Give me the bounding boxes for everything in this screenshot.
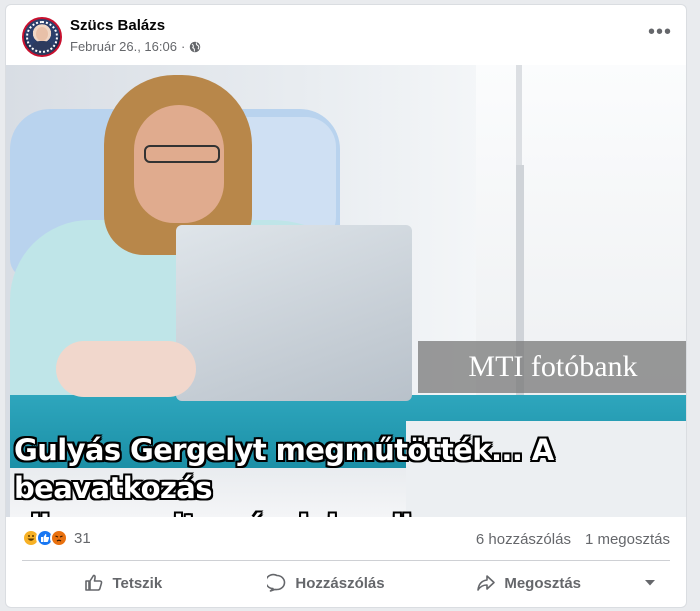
like-label: Tetszik: [112, 574, 163, 592]
more-horizontal-icon[interactable]: •••: [648, 22, 672, 45]
avatar-ring: [26, 21, 58, 53]
image-glasses: [144, 145, 220, 163]
share-icon: [477, 575, 496, 591]
meta-separator: ·: [180, 39, 186, 54]
post-stats: 31 6 hozzászólás 1 megosztás: [22, 517, 670, 561]
caption-line-1: Gulyás Gergelyt megműtötték... A beavatk…: [14, 433, 554, 505]
thumbs-up-icon: [85, 574, 103, 591]
share-button[interactable]: Megosztás: [427, 565, 630, 601]
engagement-counts: 6 hozzászólás 1 megosztás: [476, 531, 670, 548]
share-label: Megosztás: [504, 574, 582, 592]
image-laptop: [176, 225, 412, 401]
comment-button[interactable]: Hozzászólás: [225, 565, 428, 601]
angry-icon: [50, 529, 68, 547]
reaction-count: 31: [74, 529, 91, 547]
comment-icon: [267, 573, 286, 592]
caption-line-2: sikeres volt, már dolgozik..: [14, 507, 684, 517]
post-card: Szücs Balázs Február 26., 16:06 · ••• MT…: [5, 4, 687, 608]
share-options-dropdown[interactable]: [630, 565, 670, 601]
image-face: [134, 105, 224, 223]
comment-count[interactable]: 6 hozzászólás: [476, 531, 571, 548]
author-name[interactable]: Szücs Balázs: [70, 17, 165, 34]
share-count[interactable]: 1 megosztás: [585, 531, 670, 548]
post-timestamp[interactable]: Február 26., 16:06: [70, 39, 177, 54]
avatar[interactable]: [22, 17, 62, 57]
image-caption: Gulyás Gergelyt megműtötték... A beavatk…: [14, 431, 684, 517]
post-actions: Tetszik Hozzászólás Megosztás: [22, 565, 670, 601]
caret-down-icon: [645, 580, 656, 586]
post-header: Szücs Balázs Február 26., 16:06 · •••: [6, 5, 686, 65]
like-button[interactable]: Tetszik: [22, 565, 225, 601]
post-meta: Február 26., 16:06 ·: [70, 39, 201, 54]
image-arm: [56, 341, 196, 397]
reaction-summary[interactable]: 31: [22, 529, 91, 547]
globe-icon[interactable]: [189, 41, 201, 53]
post-image[interactable]: MTI fotóbank Gulyás Gergelyt megműtötték…: [6, 65, 686, 517]
comment-label: Hozzászólás: [295, 574, 385, 592]
image-watermark: MTI fotóbank: [418, 341, 686, 393]
